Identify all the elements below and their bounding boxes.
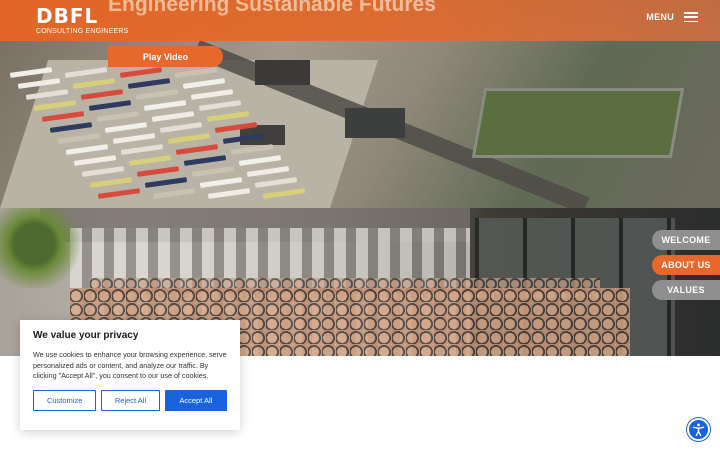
plant xyxy=(0,208,85,288)
cookie-title: We value your privacy xyxy=(33,330,139,341)
accessibility-button[interactable] xyxy=(687,418,710,441)
hamburger-icon xyxy=(684,12,698,22)
reject-all-button[interactable]: Reject All xyxy=(101,389,160,411)
site-header: DBFL CONSULTING ENGINEERS Engineering Su… xyxy=(0,0,720,41)
green-roof-building xyxy=(471,88,685,158)
accessibility-icon xyxy=(692,423,705,437)
side-tab-about-us[interactable]: ABOUT US xyxy=(652,255,720,275)
cookie-consent-banner: We value your privacy We use cookies to … xyxy=(20,320,240,430)
hero-title: Engineering Sustainable Futures xyxy=(108,0,436,16)
play-video-button[interactable]: Play Video xyxy=(108,46,223,67)
hero-aerial-image: DBFL CONSULTING ENGINEERS Engineering Su… xyxy=(0,0,720,208)
cookie-text: We use cookies to enhance your browsing … xyxy=(33,350,227,380)
page: DBFL CONSULTING ENGINEERS Engineering Su… xyxy=(0,0,720,450)
cookie-actions: Customize Reject All Accept All xyxy=(33,389,227,411)
customize-button[interactable]: Customize xyxy=(33,389,97,411)
accept-all-button[interactable]: Accept All xyxy=(164,389,227,411)
logo-subtitle: CONSULTING ENGINEERS xyxy=(36,28,129,35)
side-tab-values[interactable]: VALUES xyxy=(652,280,720,300)
menu-label: MENU xyxy=(646,12,674,22)
side-tab-welcome[interactable]: WELCOME xyxy=(652,230,720,250)
menu-button[interactable]: MENU xyxy=(646,12,698,22)
